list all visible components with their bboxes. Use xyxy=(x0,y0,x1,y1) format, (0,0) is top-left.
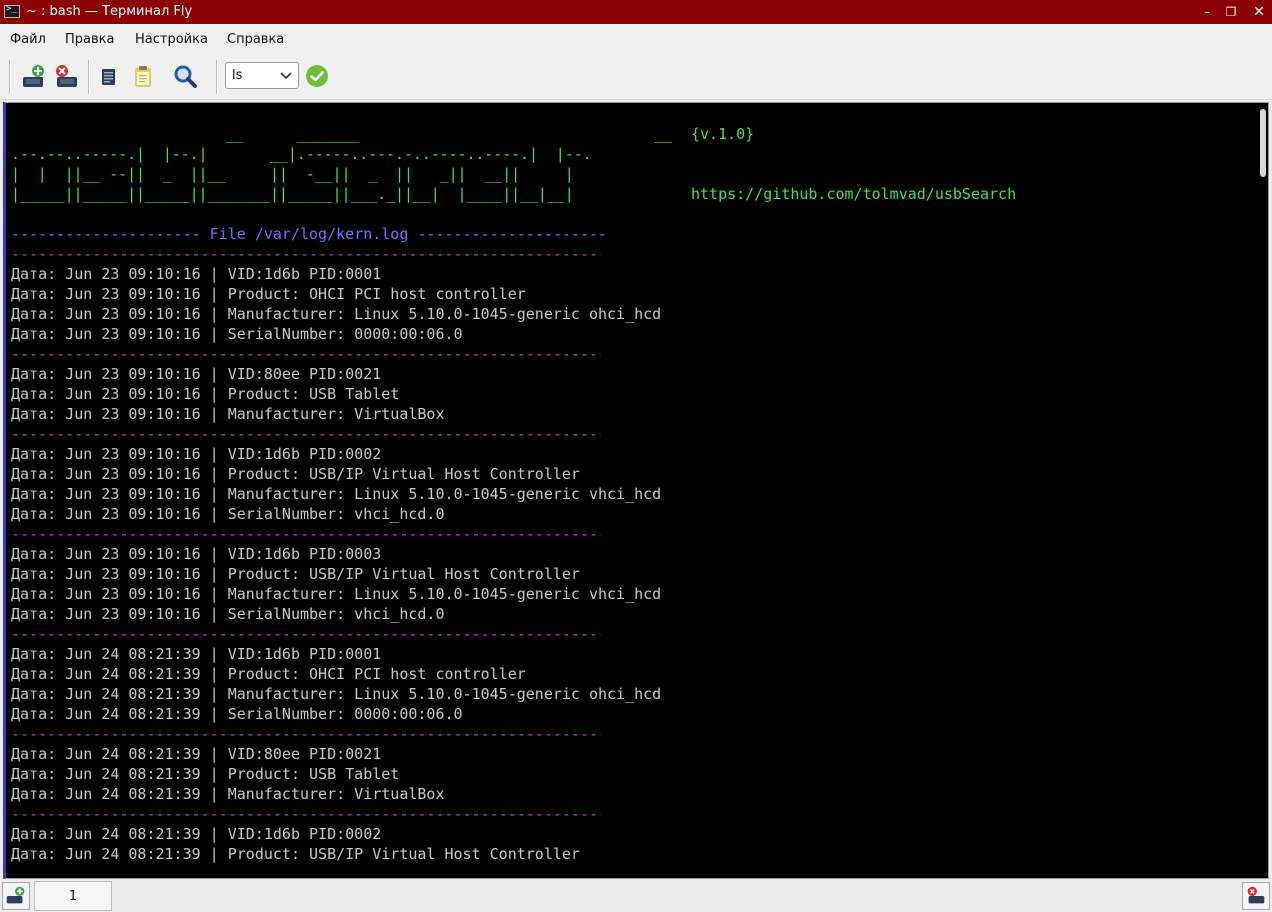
log-line: Дата: Jun 24 08:21:39 | Product: USB/IP … xyxy=(11,845,580,863)
log-separator: ----------------------------------------… xyxy=(11,425,601,443)
log-line: Дата: Jun 24 08:21:39 | VID:1d6b PID:000… xyxy=(11,645,382,663)
log-line: Дата: Jun 23 09:10:16 | Manufacturer: Vi… xyxy=(11,405,445,423)
toolbar-separator xyxy=(216,60,218,94)
paste-icon xyxy=(135,66,151,87)
log-line: Дата: Jun 23 09:10:16 | VID:1d6b PID:000… xyxy=(11,265,382,283)
toolbar-separator xyxy=(9,60,11,94)
new-terminal-icon xyxy=(6,886,25,904)
command-select[interactable]: ls xyxy=(225,62,299,89)
paste-button[interactable] xyxy=(128,62,158,92)
title-bar: ~ : bash — Терминал Fly – ❐ ✕ xyxy=(0,0,1272,24)
minimize-button[interactable]: – xyxy=(1197,2,1217,22)
log-line: Дата: Jun 23 09:10:16 | Manufacturer: Li… xyxy=(11,305,662,323)
new-tab-button[interactable] xyxy=(19,62,49,92)
log-line: Дата: Jun 23 09:10:16 | Product: OHCI PC… xyxy=(11,285,526,303)
usb-log: ----------------------------------------… xyxy=(11,244,661,864)
toolbar: ls xyxy=(0,54,1272,100)
bottom-close-tab-button[interactable] xyxy=(1242,882,1270,910)
menu-settings[interactable]: Настройка xyxy=(135,32,208,47)
terminal-view[interactable]: __ _______ __ .--.--..-----.| |--.| __|.-… xyxy=(3,102,1269,879)
close-terminal-icon xyxy=(56,65,77,87)
menu-edit[interactable]: Правка xyxy=(65,32,114,47)
log-separator: ----------------------------------------… xyxy=(11,725,601,743)
log-line: Дата: Jun 24 08:21:39 | Manufacturer: Vi… xyxy=(11,785,445,803)
checkmark-icon xyxy=(306,65,328,87)
log-line: Дата: Jun 24 08:21:39 | Product: USB Tab… xyxy=(11,765,400,783)
ascii-line: | | ||__ --|| _ ||__ || -__|| _ || _|| _… xyxy=(11,165,574,183)
log-line: Дата: Jun 23 09:10:16 | Product: USB Tab… xyxy=(11,385,400,403)
log-line: Дата: Jun 23 09:10:16 | SerialNumber: vh… xyxy=(11,505,445,523)
copy-button[interactable] xyxy=(94,62,124,92)
log-line: Дата: Jun 23 09:10:16 | SerialNumber: 00… xyxy=(11,325,463,343)
log-line: Дата: Jun 24 08:21:39 | VID:80ee PID:002… xyxy=(11,745,382,763)
close-tab-button[interactable] xyxy=(52,62,82,92)
new-terminal-icon xyxy=(23,65,44,87)
ascii-line: __ _______ __ xyxy=(11,125,672,143)
close-terminal-icon xyxy=(1247,886,1265,904)
ascii-art-logo: __ _______ __ .--.--..-----.| |--.| __|.-… xyxy=(11,124,672,204)
menu-help[interactable]: Справка xyxy=(227,32,284,47)
bottom-new-tab-button[interactable] xyxy=(2,882,30,910)
log-line: Дата: Jun 23 09:10:16 | Product: USB/IP … xyxy=(11,565,580,583)
log-line: Дата: Jun 23 09:10:16 | VID:80ee PID:002… xyxy=(11,365,382,383)
file-header: --------------------- File /var/log/kern… xyxy=(11,225,608,243)
log-separator: ----------------------------------------… xyxy=(11,625,601,643)
log-separator: ----------------------------------------… xyxy=(11,525,601,543)
log-line: Дата: Jun 24 08:21:39 | SerialNumber: 00… xyxy=(11,705,463,723)
tab-1[interactable]: 1 xyxy=(34,881,112,911)
copy-icon xyxy=(102,69,115,85)
window-title: ~ : bash — Терминал Fly xyxy=(26,4,193,19)
log-line: Дата: Jun 23 09:10:16 | SerialNumber: vh… xyxy=(11,605,445,623)
menu-file[interactable]: Файл xyxy=(10,32,46,47)
repo-url: https://github.com/tolmvad/usbSearch xyxy=(691,185,1017,203)
log-line: Дата: Jun 23 09:10:16 | VID:1d6b PID:000… xyxy=(11,445,382,463)
log-separator: ----------------------------------------… xyxy=(11,245,601,263)
command-select-value: ls xyxy=(232,68,243,83)
log-line: Дата: Jun 23 09:10:16 | Product: USB/IP … xyxy=(11,465,580,483)
menu-bar: Файл Правка Настройка Справка xyxy=(0,24,1272,54)
ascii-line: |_____||_____||_____||_______||_____||__… xyxy=(11,185,574,203)
log-line: Дата: Jun 24 08:21:39 | VID:1d6b PID:000… xyxy=(11,825,382,843)
log-line: Дата: Jun 23 09:10:16 | Manufacturer: Li… xyxy=(11,585,662,603)
tabs-bar: 1 xyxy=(0,880,1272,912)
chevron-down-icon xyxy=(280,72,292,80)
search-icon xyxy=(174,65,197,88)
version-label: {v.1.0} xyxy=(691,125,755,143)
maximize-button[interactable]: ❐ xyxy=(1221,2,1241,22)
ascii-line: .--.--..-----.| |--.| __|.-----..---.-..… xyxy=(11,145,592,163)
toolbar-separator xyxy=(88,60,90,94)
terminal-app-icon xyxy=(4,4,20,18)
log-line: Дата: Jun 23 09:10:16 | VID:1d6b PID:000… xyxy=(11,545,382,563)
log-separator: ----------------------------------------… xyxy=(11,345,601,363)
log-line: Дата: Jun 24 08:21:39 | Manufacturer: Li… xyxy=(11,685,662,703)
close-button[interactable]: ✕ xyxy=(1249,2,1269,22)
run-command-button[interactable] xyxy=(305,64,329,88)
log-separator: ----------------------------------------… xyxy=(11,805,601,823)
terminal-scrollbar[interactable] xyxy=(1260,109,1266,177)
search-button[interactable] xyxy=(170,62,200,92)
log-line: Дата: Jun 24 08:21:39 | Product: OHCI PC… xyxy=(11,665,526,683)
log-line: Дата: Jun 23 09:10:16 | Manufacturer: Li… xyxy=(11,485,662,503)
